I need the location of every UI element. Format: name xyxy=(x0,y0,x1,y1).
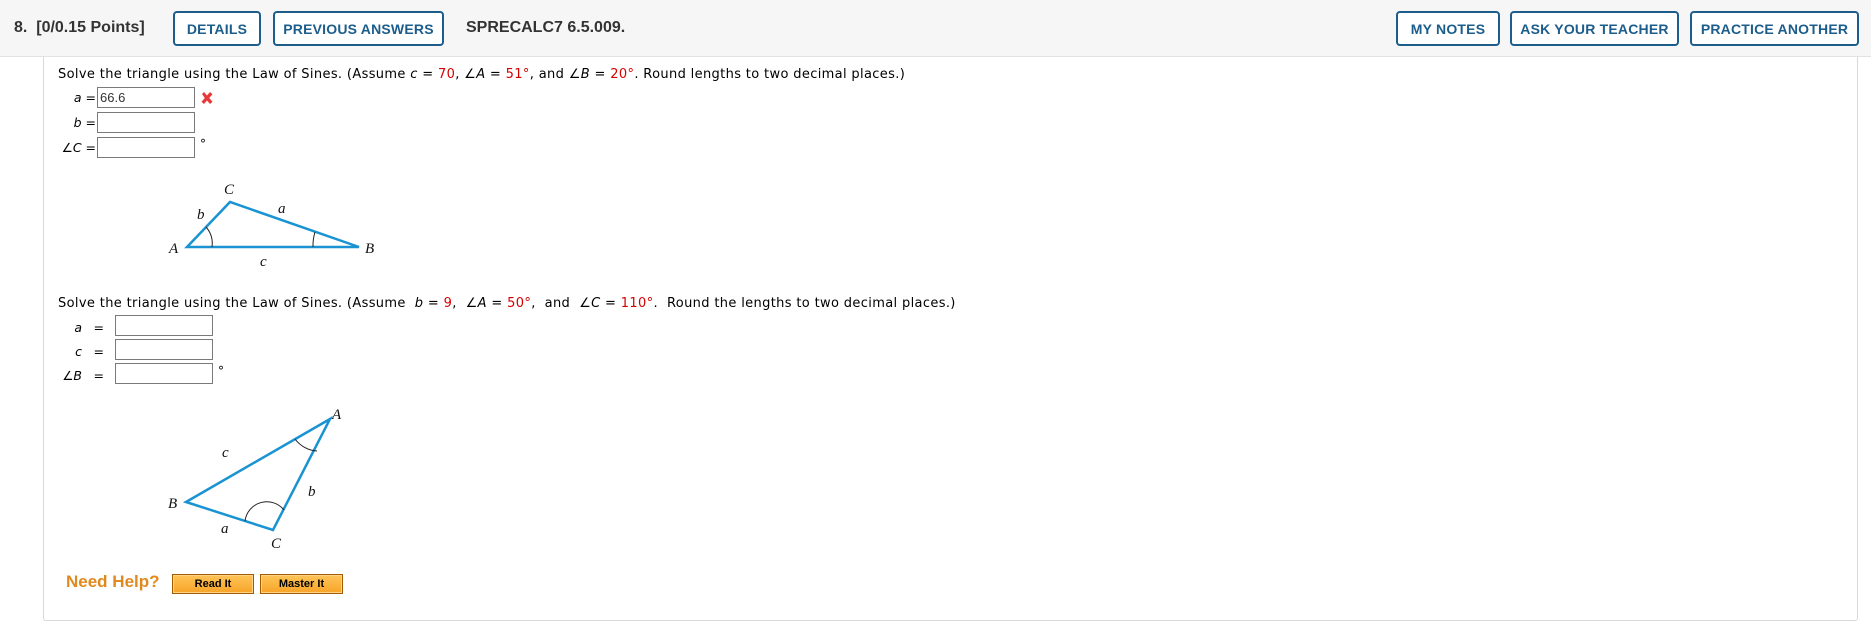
equals: = xyxy=(590,67,611,82)
side-a-label: a xyxy=(278,201,286,217)
given-b-value: 9 xyxy=(443,296,453,311)
var-A: A xyxy=(477,296,487,311)
master-it-button[interactable]: Master It xyxy=(260,574,343,594)
need-help-label: Need Help? xyxy=(66,572,160,591)
problem-code: SPRECALC7 6.5.009. xyxy=(466,19,626,36)
points-score: [0/0.15 Points] xyxy=(36,19,145,36)
part1-b-label: b = xyxy=(73,115,96,130)
previous-answers-button[interactable]: PREVIOUS ANSWERS xyxy=(273,11,444,46)
ask-your-teacher-button[interactable]: ASK YOUR TEACHER xyxy=(1510,11,1679,46)
part2-angle-B-label: ∠B xyxy=(62,368,82,383)
part1-triangle-diagram: A B C a b c xyxy=(168,182,374,270)
details-button[interactable]: DETAILS xyxy=(173,11,261,46)
separator: , and ∠ xyxy=(529,67,581,82)
var-c: c xyxy=(410,67,418,82)
vertex-C-label: C xyxy=(271,536,282,552)
question-header: 8. [0/0.15 Points] DETAILS PREVIOUS ANSW… xyxy=(0,0,1871,57)
separator: , and ∠ xyxy=(531,296,592,311)
equals: = xyxy=(486,296,508,311)
part1-prompt: Solve the triangle using the Law of Sine… xyxy=(58,67,905,82)
vertex-B-label: B xyxy=(365,241,374,257)
degree-unit: ° xyxy=(200,137,206,151)
practice-another-button[interactable]: PRACTICE ANOTHER xyxy=(1690,11,1859,46)
vertex-A-label: A xyxy=(331,407,342,423)
given-A-value: 50° xyxy=(507,296,532,311)
separator: , ∠ xyxy=(452,296,478,311)
side-a-label: a xyxy=(221,521,229,537)
var-B: B xyxy=(580,67,591,82)
read-it-button[interactable]: Read It xyxy=(172,574,254,594)
part2-angle-B-input[interactable] xyxy=(115,363,213,384)
equals-sign: = xyxy=(93,320,104,335)
vertex-A-label: A xyxy=(168,241,179,257)
side-b-label: b xyxy=(308,484,316,500)
part1-angle-C-input[interactable] xyxy=(97,137,195,158)
equals: = xyxy=(600,296,621,311)
equals: = xyxy=(485,67,506,82)
equals: = xyxy=(423,296,444,311)
part1-a-label: a = xyxy=(73,90,96,105)
prompt-text: . Round the lengths to two decimal place… xyxy=(653,296,956,311)
triangle-shape xyxy=(182,415,334,532)
given-C-value: 110° xyxy=(620,296,654,311)
incorrect-x-icon xyxy=(201,92,213,104)
degree-unit: ° xyxy=(218,364,224,378)
side-c-label: c xyxy=(222,445,229,461)
angle-B-arc xyxy=(312,231,316,248)
equals-sign: = xyxy=(93,344,104,359)
prompt-text: Solve the triangle using the Law of Sine… xyxy=(58,67,411,82)
part2-c-label: c xyxy=(75,344,82,359)
angle-A-arc xyxy=(205,226,213,248)
question-number: 8. xyxy=(14,19,28,36)
prompt-text: . Round lengths to two decimal places.) xyxy=(634,67,906,82)
part2-a-input[interactable] xyxy=(115,315,213,336)
prompt-text: Solve the triangle using the Law of Sine… xyxy=(58,296,415,311)
part2-prompt: Solve the triangle using the Law of Sine… xyxy=(58,296,956,311)
given-A-value: 51° xyxy=(505,67,530,82)
equals-sign: = xyxy=(93,368,104,383)
part2-c-input[interactable] xyxy=(115,339,213,360)
equals: = xyxy=(417,67,438,82)
vertex-B-label: B xyxy=(168,496,177,512)
triangle-shape xyxy=(184,200,360,249)
part1-angle-C-label: ∠C = xyxy=(61,140,96,155)
question-points: 8. [0/0.15 Points] xyxy=(14,19,145,37)
given-B-value: 20° xyxy=(610,67,635,82)
part1-b-input[interactable] xyxy=(97,112,195,133)
separator: , ∠ xyxy=(455,67,477,82)
part2-triangle-diagram: A B C c b a xyxy=(168,407,342,552)
my-notes-button[interactable]: MY NOTES xyxy=(1396,11,1500,46)
given-c-value: 70 xyxy=(437,67,456,82)
side-c-label: c xyxy=(260,254,267,270)
part2-a-label: a xyxy=(74,320,82,335)
var-C: C xyxy=(591,296,601,311)
side-b-label: b xyxy=(197,207,205,223)
part1-a-input[interactable] xyxy=(97,87,195,108)
vertex-C-label: C xyxy=(224,182,235,198)
